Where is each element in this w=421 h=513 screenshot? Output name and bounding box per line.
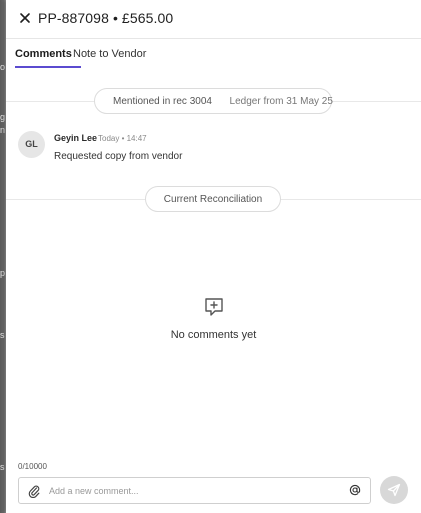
empty-state-text: No comments yet — [170, 329, 257, 341]
character-counter: 0/10000 — [18, 462, 47, 471]
rec-mention-label: Mentioned in rec 3004 — [113, 96, 212, 107]
ledger-date-label: Ledger from 31 May 25 — [229, 96, 333, 107]
send-button[interactable] — [380, 476, 408, 504]
close-icon — [20, 13, 30, 23]
backdrop-text-fragment: n — [0, 125, 6, 135]
rec-section-pill: Mentioned in rec 3004 Ledger from 31 May… — [94, 88, 333, 114]
backdrop-text-fragment: g — [0, 112, 6, 122]
avatar: GL — [18, 131, 45, 158]
current-reconciliation-pill: Current Reconciliation — [145, 186, 281, 212]
panel-title: PP-887098 • £565.00 — [38, 10, 174, 26]
backdrop-text-fragment: s — [0, 330, 5, 340]
comment-timestamp: Today • 14:47 — [98, 134, 147, 143]
comment-text: Requested copy from vendor — [54, 151, 183, 162]
comment-author: Geyin Lee — [54, 133, 98, 143]
backdrop-text-fragment: s — [0, 462, 5, 472]
empty-state: No comments yet — [6, 296, 421, 341]
comment-composer — [18, 477, 371, 504]
comment-item: GL Geyin Lee Today • 14:47 Requested cop… — [18, 131, 408, 171]
current-reconciliation-label: Current Reconciliation — [163, 194, 263, 205]
backdrop-text-fragment: p — [0, 268, 6, 278]
close-button[interactable] — [17, 10, 33, 26]
tab-note-to-vendor[interactable]: Note to Vendor — [73, 48, 146, 68]
comment-input[interactable] — [49, 482, 339, 500]
panel-header: PP-887098 • £565.00 — [6, 0, 421, 39]
tab-comments[interactable]: Comments — [15, 48, 81, 68]
paperclip-icon[interactable] — [28, 484, 40, 498]
add-comment-icon — [204, 298, 223, 316]
send-icon — [387, 483, 401, 497]
comments-panel: PP-887098 • £565.00 Comments Note to Ven… — [6, 0, 421, 513]
backdrop-text-fragment: o — [0, 62, 6, 72]
at-sign-icon[interactable] — [349, 484, 361, 496]
